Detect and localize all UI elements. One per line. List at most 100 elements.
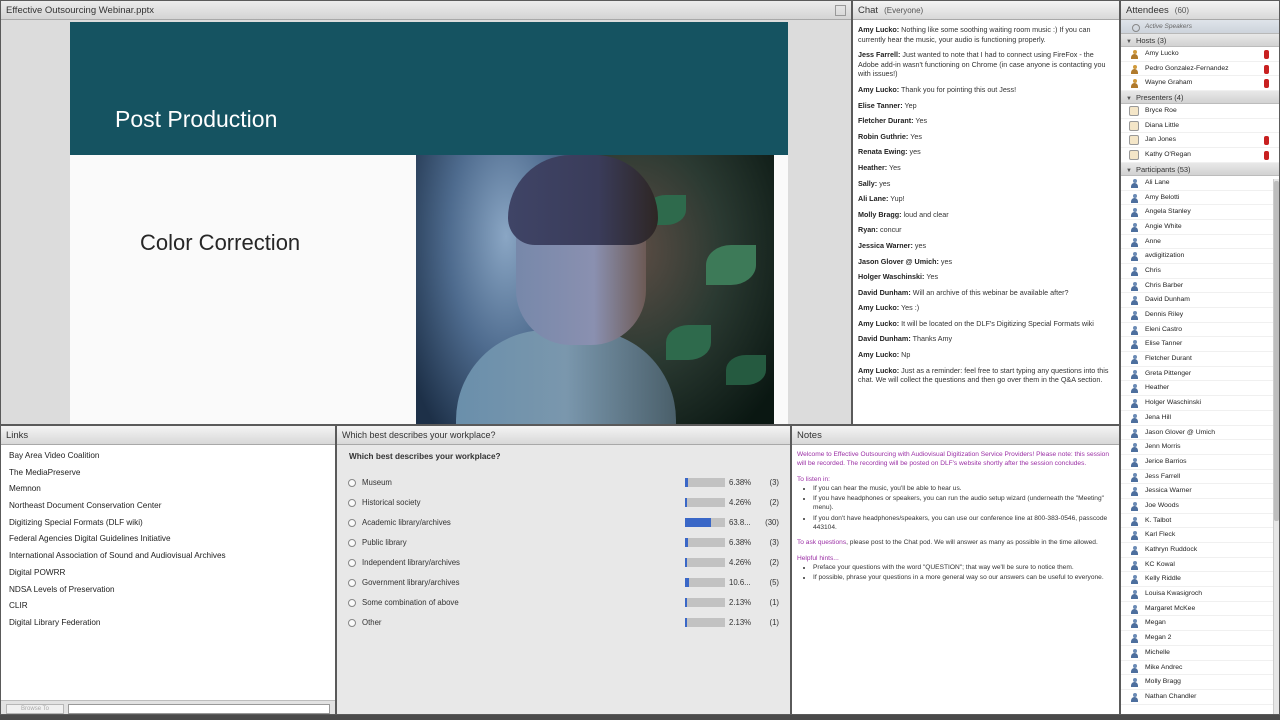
link-item[interactable]: Digital Library Federation — [9, 615, 335, 632]
poll-radio[interactable] — [348, 599, 356, 607]
group-participants[interactable]: ▼ Participants (53) — [1121, 162, 1279, 176]
attendee-row[interactable]: Jan Jones — [1121, 133, 1279, 149]
microphone-icon[interactable] — [1264, 79, 1269, 89]
attendee-row[interactable]: Chris Barber — [1121, 279, 1279, 294]
attendee-name: Kathryn Ruddock — [1145, 546, 1198, 553]
attendee-row[interactable]: Molly Bragg — [1121, 675, 1279, 690]
poll-question: Which best describes your workplace? — [349, 452, 501, 461]
attendee-row[interactable]: Eleni Castro — [1121, 323, 1279, 338]
chat-sender: Fletcher Durant: — [858, 116, 914, 126]
poll-radio[interactable] — [348, 499, 356, 507]
chat-text: Yes — [926, 272, 939, 282]
attendee-row[interactable]: Bryce Roe — [1121, 104, 1279, 119]
attendee-row[interactable]: Greta Pittenger — [1121, 367, 1279, 382]
attendee-row[interactable]: Anne — [1121, 235, 1279, 250]
poll-option-row[interactable]: Independent library/archives 4.26% (2) — [337, 553, 790, 573]
attendee-row[interactable]: Karl Fleck — [1121, 528, 1279, 543]
attendee-row[interactable]: Fletcher Durant — [1121, 352, 1279, 367]
url-input[interactable] — [68, 704, 330, 714]
link-item[interactable]: International Association of Sound and A… — [9, 548, 335, 565]
chat-sender: Amy Lucko: — [858, 84, 900, 94]
attendee-row[interactable]: Jerice Barrios — [1121, 455, 1279, 470]
attendee-row[interactable]: Jason Glover @ Umich — [1121, 426, 1279, 441]
attendee-row[interactable]: Mike Andrec — [1121, 661, 1279, 676]
attendee-row[interactable]: Kelly Riddle — [1121, 572, 1279, 588]
poll-option-row[interactable]: Academic library/archives 63.8... (30) — [337, 513, 790, 533]
attendee-row[interactable]: David Dunham — [1121, 293, 1279, 308]
attendee-row[interactable]: Megan — [1121, 616, 1279, 632]
poll-radio[interactable] — [348, 559, 356, 567]
attendee-name: Angie White — [1145, 222, 1182, 230]
notes-listen-item: If you have headphones or speakers, you … — [813, 494, 1113, 513]
poll-option-row[interactable]: Government library/archives 10.6... (5) — [337, 573, 790, 593]
scrollbar-thumb[interactable] — [1274, 181, 1279, 521]
fullscreen-icon[interactable] — [835, 5, 846, 16]
attendee-row[interactable]: Heather — [1121, 381, 1279, 397]
participant-icon — [1131, 369, 1138, 379]
link-item[interactable]: NDSA Levels of Preservation — [9, 582, 335, 599]
attendee-row[interactable]: K. Talbot — [1121, 514, 1279, 529]
attendee-row[interactable]: Diana Little — [1121, 119, 1279, 134]
participant-icon — [1131, 648, 1138, 658]
link-item[interactable]: Memnon — [9, 481, 335, 498]
attendee-row[interactable]: Chris — [1121, 264, 1279, 279]
link-item[interactable]: Digital POWRR — [9, 565, 335, 582]
attendee-row[interactable]: Margaret McKee — [1121, 602, 1279, 617]
microphone-icon[interactable] — [1264, 64, 1269, 74]
attendee-row[interactable]: Holger Waschinski — [1121, 396, 1279, 411]
attendee-row[interactable]: Kathy O'Regan — [1121, 148, 1279, 163]
link-item[interactable]: Digitizing Special Formats (DLF wiki) — [9, 515, 335, 532]
poll-radio[interactable] — [348, 539, 356, 547]
attendee-name: Louisa Kwasigroch — [1145, 590, 1203, 598]
poll-radio[interactable] — [348, 619, 356, 627]
attendee-row[interactable]: Michelle — [1121, 646, 1279, 661]
attendees-scrollbar[interactable] — [1273, 179, 1279, 714]
link-item[interactable]: CLIR — [9, 598, 335, 615]
poll-option-row[interactable]: Some combination of above 2.13% (1) — [337, 593, 790, 613]
poll-option-label: Public library — [362, 538, 407, 547]
attendee-row[interactable]: Joe Woods — [1121, 499, 1279, 514]
attendee-row[interactable]: avdigitization — [1121, 249, 1279, 264]
attendee-row[interactable]: Angie White — [1121, 220, 1279, 235]
attendee-row[interactable]: Megan 2 — [1121, 631, 1279, 646]
chat-message: Amy Lucko: Np — [858, 350, 1114, 360]
link-item[interactable]: Bay Area Video Coalition — [9, 448, 335, 465]
chat-sender: Elise Tanner: — [858, 100, 903, 110]
poll-radio[interactable] — [348, 479, 356, 487]
attendee-row[interactable]: Louisa Kwasigroch — [1121, 587, 1279, 602]
microphone-icon[interactable] — [1264, 50, 1269, 59]
attendee-row[interactable]: Jena Hill — [1121, 411, 1279, 426]
attendee-row[interactable]: Jenn Morris — [1121, 440, 1279, 455]
chat-scope[interactable]: (Everyone) — [884, 6, 923, 15]
poll-option-row[interactable]: Museum 6.38% (3) — [337, 473, 790, 493]
attendee-row[interactable]: Elise Tanner — [1121, 337, 1279, 353]
poll-option-row[interactable]: Other 2.13% (1) — [337, 613, 790, 633]
poll-option-row[interactable]: Public library 6.38% (3) — [337, 533, 790, 553]
link-item[interactable]: Federal Agencies Digital Guidelines Init… — [9, 531, 335, 548]
link-item[interactable]: Northeast Document Conservation Center — [9, 498, 335, 515]
microphone-icon[interactable] — [1264, 151, 1269, 161]
attendee-row[interactable]: Dennis Riley — [1121, 308, 1279, 323]
attendee-row[interactable]: Ali Lane — [1121, 176, 1279, 191]
group-hosts[interactable]: ▼ Hosts (3) — [1121, 34, 1279, 47]
participant-icon — [1131, 208, 1138, 218]
browse-to-button[interactable]: Browse To — [6, 704, 64, 714]
attendee-row[interactable]: KC Kowal — [1121, 558, 1279, 573]
attendee-row[interactable]: Jessica Warner — [1121, 484, 1279, 499]
attendee-row[interactable]: Amy Lucko — [1121, 47, 1279, 62]
attendee-row[interactable]: Angela Stanley — [1121, 205, 1279, 220]
attendee-row[interactable]: Jess Farrell — [1121, 470, 1279, 485]
poll-option-row[interactable]: Historical society 4.26% (2) — [337, 493, 790, 513]
group-presenters[interactable]: ▼ Presenters (4) — [1121, 91, 1279, 105]
chat-text: Yes — [889, 162, 901, 172]
attendee-row[interactable]: Pedro Gonzalez-Fernandez — [1121, 62, 1279, 77]
poll-result-fill — [685, 498, 687, 507]
poll-radio[interactable] — [348, 579, 356, 587]
microphone-icon[interactable] — [1264, 136, 1269, 146]
link-item[interactable]: The MediaPreserve — [9, 465, 335, 482]
attendee-row[interactable]: Nathan Chandler — [1121, 690, 1279, 705]
attendee-row[interactable]: Kathryn Ruddock — [1121, 543, 1279, 558]
attendee-row[interactable]: Wayne Graham — [1121, 76, 1279, 92]
attendee-row[interactable]: Amy Belotti — [1121, 191, 1279, 206]
poll-radio[interactable] — [348, 519, 356, 527]
